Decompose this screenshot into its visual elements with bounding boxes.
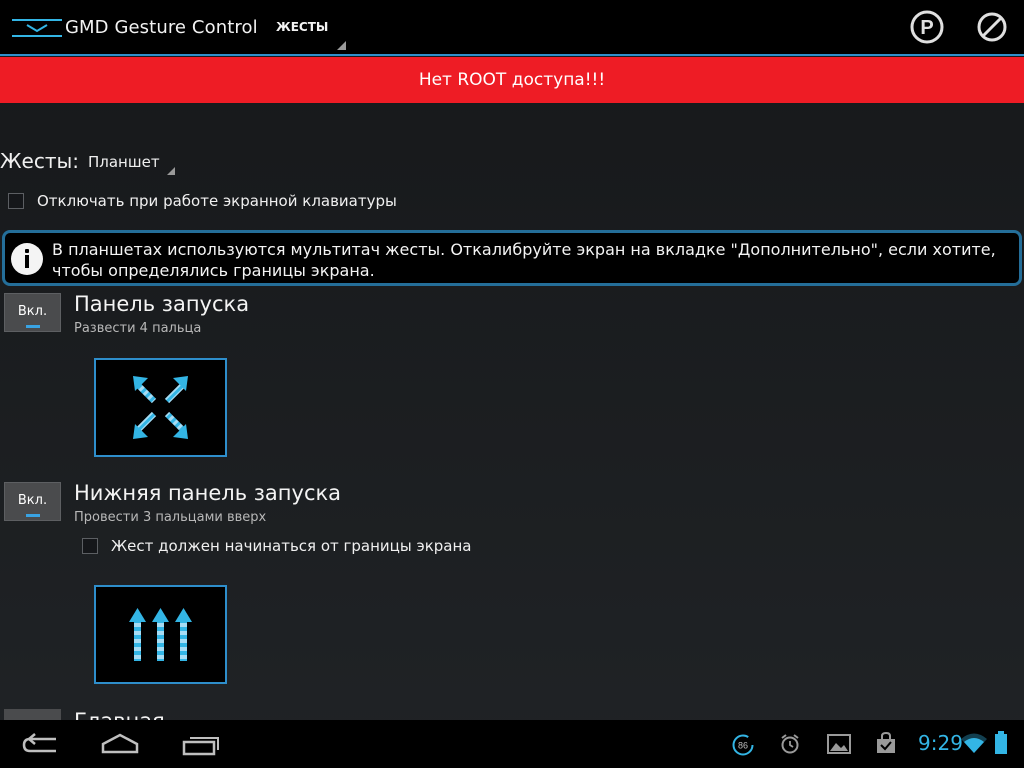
app-title: GMD Gesture Control bbox=[65, 17, 258, 38]
back-icon[interactable] bbox=[22, 732, 60, 756]
three-finger-swipe-up-icon bbox=[129, 608, 192, 661]
toggle-label: Вкл. bbox=[17, 493, 48, 508]
spinner-corner-icon bbox=[337, 41, 346, 50]
gmd-logo-icon[interactable] bbox=[12, 19, 62, 37]
action-bar: GMD Gesture Control ЖЕСТЫ P bbox=[0, 0, 1024, 56]
home-title: Главная bbox=[74, 708, 165, 720]
battery-level-badge-icon: 86 bbox=[732, 734, 754, 756]
edge-start-checkbox[interactable] bbox=[82, 538, 98, 554]
toggle-indicator bbox=[26, 514, 40, 517]
gallery-icon bbox=[827, 734, 851, 754]
root-warning-banner: Нет ROOT доступа!!! bbox=[0, 57, 1024, 103]
battery-badge-text: 86 bbox=[738, 741, 748, 751]
nav-tab-label: ЖЕСТЫ bbox=[276, 20, 329, 34]
alarm-icon bbox=[781, 734, 799, 754]
gestures-mode-value: Планшет bbox=[88, 153, 160, 171]
launch-panel-toggle[interactable]: Вкл. bbox=[4, 293, 61, 332]
bottom-panel-toggle[interactable]: Вкл. bbox=[4, 482, 61, 521]
info-text: В планшетах используются мультитач жесты… bbox=[52, 240, 996, 280]
home-icon[interactable] bbox=[101, 732, 139, 756]
system-bar: 86 9:29 bbox=[0, 720, 1024, 768]
bottom-panel-preview[interactable] bbox=[94, 585, 227, 684]
keyboard-disable-label: Отключать при работе экранной клавиатуры bbox=[37, 192, 397, 210]
launch-panel-subtitle: Развести 4 пальца bbox=[74, 321, 202, 336]
toggle-indicator bbox=[26, 325, 40, 328]
toggle-label: Вкл. bbox=[17, 304, 48, 319]
nav-tab-spinner[interactable]: ЖЕСТЫ bbox=[262, 0, 348, 54]
gestures-mode-select[interactable]: Планшет bbox=[80, 147, 176, 177]
disable-icon[interactable] bbox=[974, 9, 1010, 45]
edge-start-label: Жест должен начинаться от границы экрана bbox=[111, 537, 472, 555]
parking-icon[interactable]: P bbox=[909, 9, 945, 45]
shopping-bag-icon bbox=[877, 732, 895, 753]
svg-text:P: P bbox=[920, 17, 933, 39]
gestures-label: Жесты: bbox=[0, 149, 80, 173]
clock: 9:29 bbox=[918, 731, 963, 755]
spinner-corner-icon bbox=[167, 167, 175, 175]
info-icon bbox=[11, 243, 43, 275]
launch-panel-preview[interactable] bbox=[94, 358, 227, 457]
root-warning-text: Нет ROOT доступа!!! bbox=[418, 70, 606, 90]
info-box: В планшетах используются мультитач жесты… bbox=[2, 230, 1022, 286]
four-finger-spread-icon bbox=[133, 376, 188, 439]
recent-apps-icon[interactable] bbox=[182, 732, 220, 756]
battery-icon bbox=[995, 731, 1007, 754]
bottom-panel-subtitle: Провести 3 пальцами вверх bbox=[74, 510, 267, 525]
launch-panel-title: Панель запуска bbox=[74, 292, 250, 316]
wifi-icon bbox=[961, 733, 987, 753]
bottom-panel-title: Нижняя панель запуска bbox=[74, 481, 342, 505]
keyboard-disable-checkbox[interactable] bbox=[8, 193, 24, 209]
